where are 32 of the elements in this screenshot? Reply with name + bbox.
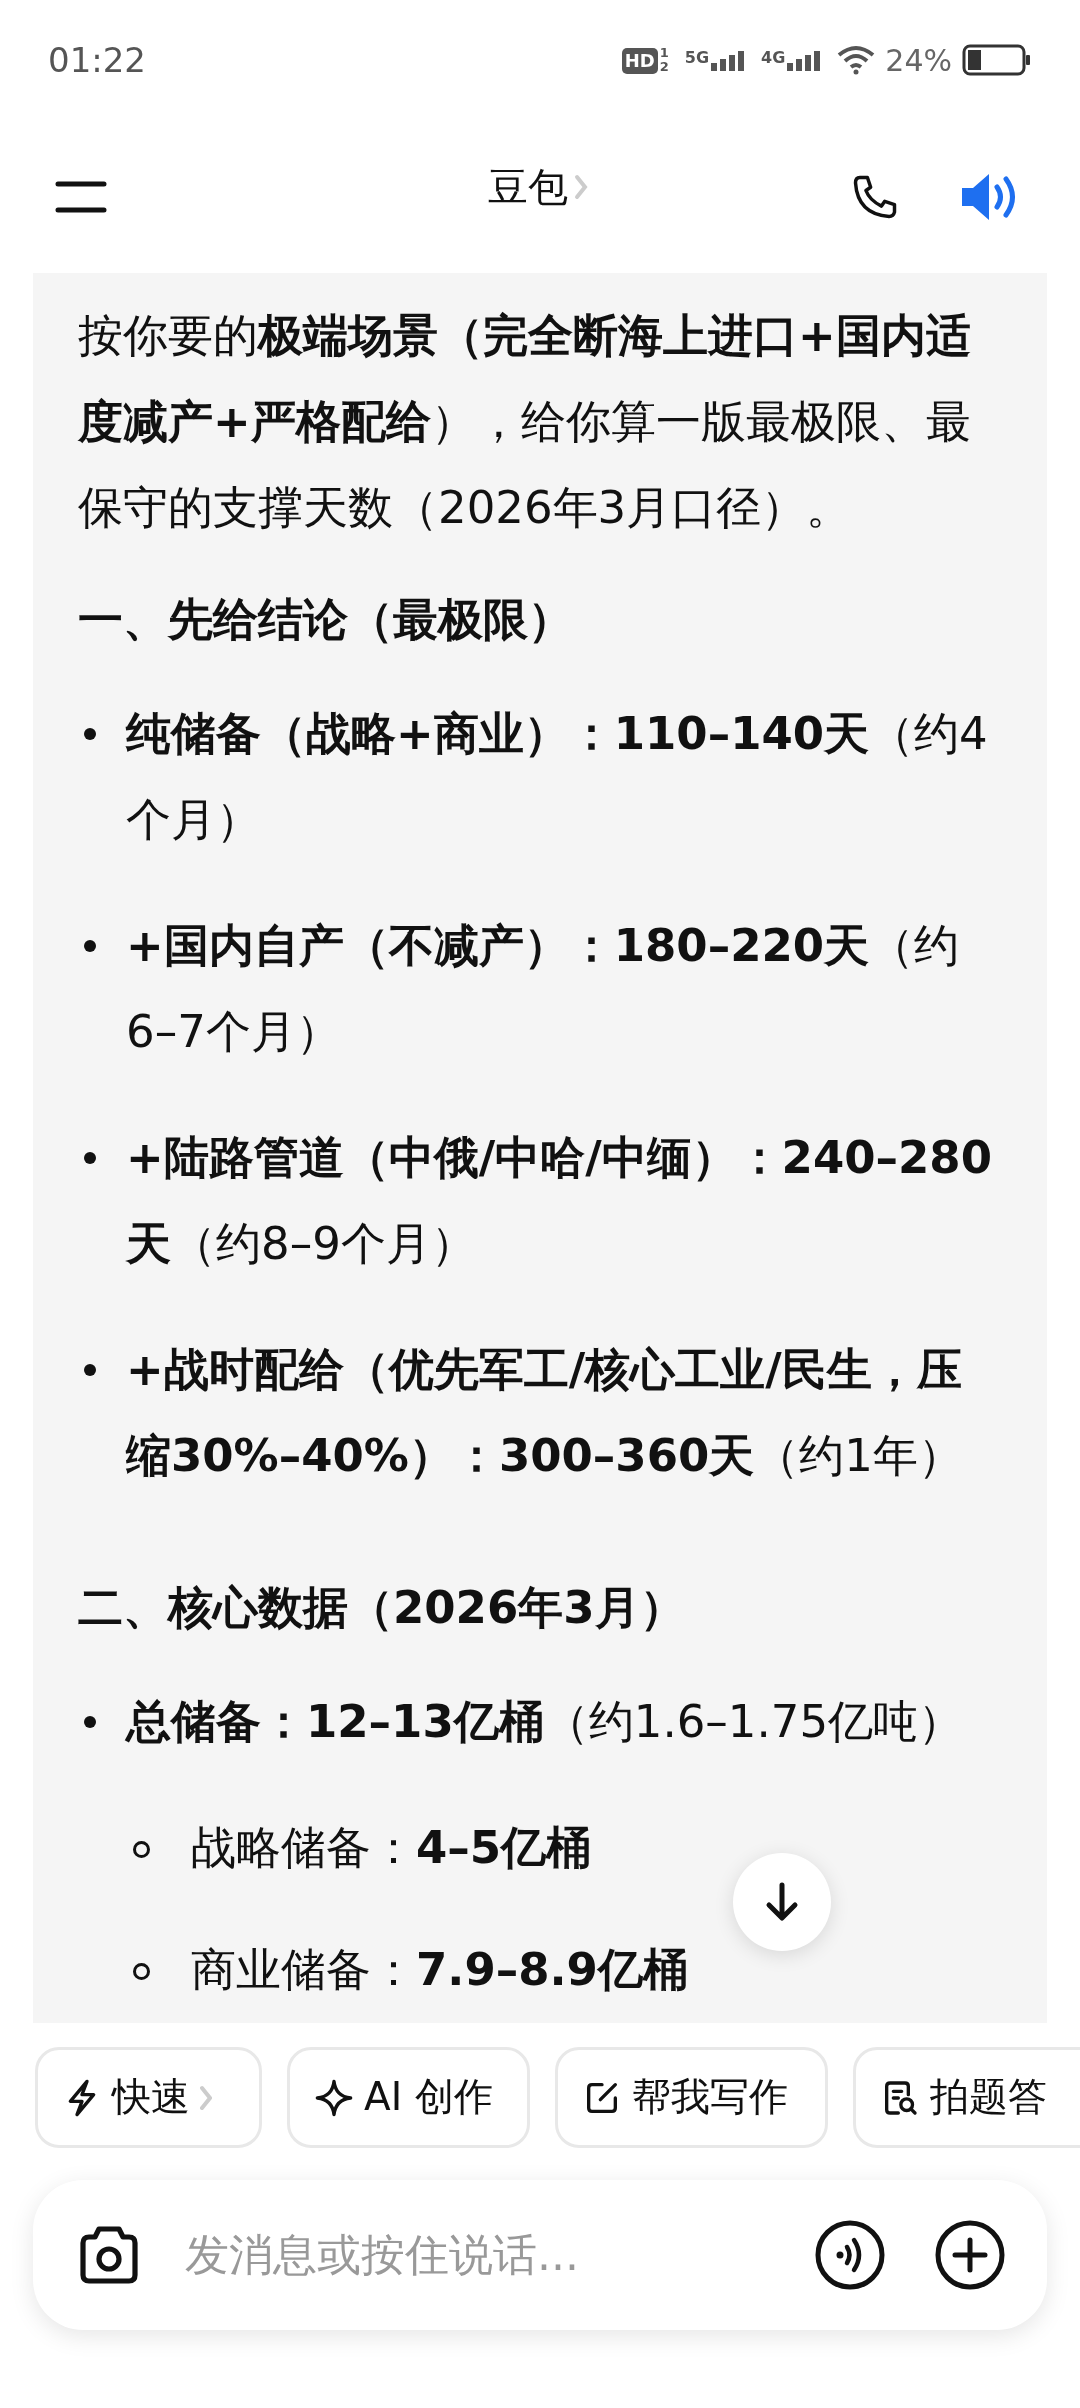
network-type-label: 4G: [761, 49, 786, 67]
hd-badge: HD: [621, 48, 658, 74]
wifi-icon: [837, 45, 876, 75]
chevron-right-icon: [574, 173, 588, 200]
section-heading: 一、先给结论（最极限）: [78, 592, 574, 648]
message-paragraph: 按你要的极端场景（完全断海上进口+国内适度减产+严格配给），给你算一版最极限、最保守的支撑天数（2026年3月口径）。: [78, 308, 972, 536]
section-heading: 二、核心数据（2026年3月）: [78, 1580, 686, 1636]
message-input-field[interactable]: 发消息或按住说话...: [185, 2222, 815, 2288]
signal-icon: [711, 49, 746, 71]
shortcut-chip[interactable]: 拍题答: [853, 2047, 1080, 2148]
list-item-text: 总储备：12–13亿桶（约1.6–1.75亿吨）: [126, 1694, 963, 1750]
signal-icon: [787, 49, 822, 71]
network-type-label: 5G: [684, 49, 710, 67]
plus-icon[interactable]: [935, 2220, 1005, 2290]
shortcut-chip[interactable]: AI 创作: [287, 2047, 530, 2148]
sim-slot-label: 1: [659, 46, 669, 60]
status-time: 01:22: [48, 38, 146, 82]
list-item-text: 纯储备（战略+商业）：110–140天（约4个月）: [126, 706, 989, 848]
shortcut-chip[interactable]: 帮我写作: [555, 2047, 828, 2148]
list-item-text: 商业储备：7.9–8.9亿桶: [191, 1942, 688, 1998]
sim-slot-label: 2: [659, 60, 669, 74]
list-item-text: 战略储备：4–5亿桶: [191, 1820, 592, 1876]
chat-title[interactable]: 豆包: [488, 156, 568, 217]
battery-percentage: 24%: [885, 41, 952, 80]
arrow-down-icon: [764, 1882, 800, 1922]
shortcut-chip[interactable]: 快速: [35, 2047, 262, 2148]
list-item-text: +战时配给（优先军工/核心工业/民生，压缩30%–40%）：300–360天（约1年）: [126, 1342, 964, 1484]
voice-wave-icon[interactable]: [815, 2220, 885, 2290]
list-item-text: +国内自产（不减产）：180–220天（约6–7个月）: [126, 918, 961, 1060]
list-item-text: +陆路管道（中俄/中哈/中缅）：240–280天（约8–9个月）: [126, 1130, 993, 1272]
sparkle-icon: [314, 2077, 354, 2118]
battery-icon: [962, 44, 1032, 76]
